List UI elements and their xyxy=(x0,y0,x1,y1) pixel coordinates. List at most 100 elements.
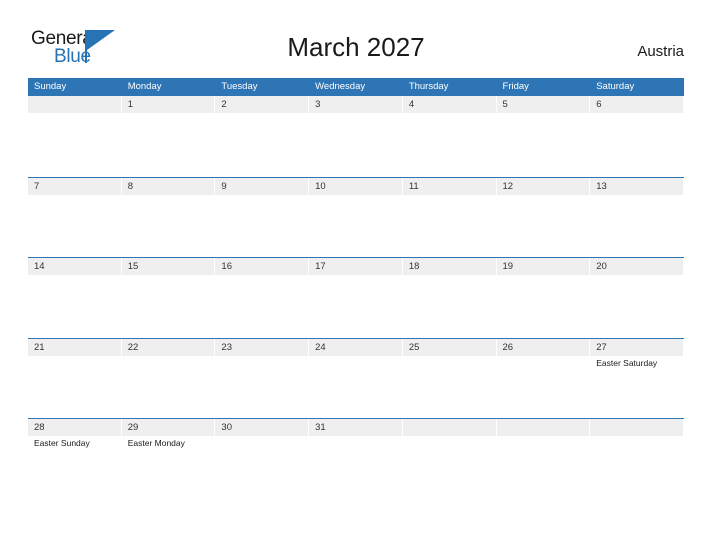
day-cell[interactable]: 5 xyxy=(496,96,591,175)
week-row: 14 15 16 17 18 19 20 xyxy=(28,257,684,338)
day-cell[interactable]: 26 xyxy=(496,338,591,418)
day-cell[interactable]: 12 xyxy=(496,177,591,257)
day-cell[interactable]: 2 xyxy=(215,96,310,175)
day-number: 28 xyxy=(34,422,45,433)
day-cell[interactable]: 11 xyxy=(402,177,497,257)
day-band xyxy=(402,419,496,436)
day-band xyxy=(496,96,590,113)
day-cell[interactable]: 29 Easter Monday xyxy=(121,419,216,498)
day-cell[interactable]: 7 xyxy=(28,177,122,257)
day-number: 20 xyxy=(596,261,607,272)
day-number: 27 xyxy=(596,341,607,353)
day-cell[interactable]: 8 xyxy=(121,177,216,257)
day-number: 1 xyxy=(127,99,133,110)
day-number: 19 xyxy=(502,261,514,272)
day-number: 26 xyxy=(502,341,514,353)
day-number: 16 xyxy=(221,261,232,272)
day-number: 12 xyxy=(502,180,514,192)
day-number: 21 xyxy=(34,341,45,353)
day-cell[interactable]: 1 xyxy=(121,96,216,175)
day-band xyxy=(215,177,309,195)
day-number: 9 xyxy=(221,180,227,192)
weekday-header-saturday: Saturday xyxy=(590,78,684,96)
day-number: 6 xyxy=(596,99,602,110)
day-cell[interactable]: 22 xyxy=(121,338,216,418)
day-number: 18 xyxy=(408,261,420,272)
day-band xyxy=(215,96,309,113)
day-number: 17 xyxy=(315,261,326,272)
day-number: 8 xyxy=(127,180,133,192)
day-cell[interactable]: 17 xyxy=(309,258,403,337)
day-event: Easter Saturday xyxy=(596,357,658,368)
day-cell[interactable]: 13 xyxy=(590,177,684,257)
weekday-header-row: Sunday Monday Tuesday Wednesday Thursday… xyxy=(28,78,684,96)
day-event: Easter Monday xyxy=(127,438,185,448)
day-cell[interactable]: 23 xyxy=(215,338,310,418)
day-cell[interactable]: 20 xyxy=(590,258,684,337)
day-event: Easter Sunday xyxy=(34,438,90,448)
day-cell[interactable]: 9 xyxy=(215,177,310,257)
day-number: 5 xyxy=(502,99,508,110)
day-cell[interactable]: 10 xyxy=(309,177,403,257)
day-cell[interactable]: 28 Easter Sunday xyxy=(28,419,122,498)
day-cell[interactable]: 18 xyxy=(402,258,497,337)
day-number: 25 xyxy=(408,341,420,353)
week-row: 28 Easter Sunday 29 Easter Monday 30 31 xyxy=(28,418,684,499)
day-cell[interactable]: 19 xyxy=(496,258,591,337)
day-number: 3 xyxy=(315,99,321,110)
day-number: 11 xyxy=(408,180,419,192)
day-band xyxy=(121,177,215,195)
weekday-header-thursday: Thursday xyxy=(403,78,497,96)
day-cell[interactable]: 31 xyxy=(309,419,403,498)
country-label: Austria xyxy=(637,43,684,60)
page-title: March 2027 xyxy=(287,32,425,62)
day-band xyxy=(402,96,496,113)
weekday-header-friday: Friday xyxy=(497,78,591,96)
day-number: 7 xyxy=(34,180,40,192)
day-cell[interactable] xyxy=(402,419,497,498)
day-number: 22 xyxy=(127,341,139,353)
day-cell[interactable]: 21 xyxy=(28,338,122,418)
weekday-header-tuesday: Tuesday xyxy=(215,78,310,96)
day-number: 24 xyxy=(315,341,326,353)
week-row: 7 8 9 10 11 12 13 xyxy=(28,176,684,257)
day-cell[interactable]: 30 xyxy=(215,419,310,498)
day-number: 30 xyxy=(221,422,232,433)
day-number: 4 xyxy=(408,99,415,110)
day-number: 15 xyxy=(127,261,139,272)
day-band xyxy=(28,96,121,113)
day-number: 29 xyxy=(127,422,139,433)
day-number: 13 xyxy=(596,180,607,192)
day-cell[interactable]: 3 xyxy=(309,96,403,175)
day-cell[interactable]: 27 Easter Saturday xyxy=(590,338,684,418)
day-cell[interactable]: 6 xyxy=(590,96,684,175)
weekday-header-monday: Monday xyxy=(122,78,216,96)
day-cell[interactable]: 25 xyxy=(402,338,497,418)
day-number: 10 xyxy=(315,180,326,192)
day-cell[interactable] xyxy=(590,419,684,498)
calendar-page: General Blue March 2027 Austria Sunday M… xyxy=(0,0,712,550)
day-cell[interactable]: 4 xyxy=(402,96,497,175)
day-number: 23 xyxy=(221,341,232,353)
week-row: 21 22 23 24 25 26 27 Easter Saturday xyxy=(28,337,684,418)
day-band xyxy=(121,96,215,113)
weekday-header-sunday: Sunday xyxy=(28,78,122,96)
day-band xyxy=(309,96,402,113)
day-cell[interactable]: 15 xyxy=(121,258,216,337)
day-cell[interactable] xyxy=(28,96,122,175)
day-band xyxy=(590,419,683,436)
day-number: 2 xyxy=(221,99,227,110)
day-number: 31 xyxy=(315,422,326,433)
week-row: 1 2 3 4 5 6 xyxy=(28,96,684,177)
day-band xyxy=(590,96,683,113)
day-cell[interactable] xyxy=(496,419,591,498)
day-band xyxy=(28,177,121,195)
day-cell[interactable]: 24 xyxy=(309,338,403,418)
day-cell[interactable]: 16 xyxy=(215,258,310,337)
page-header: General Blue March 2027 Austria xyxy=(0,0,712,78)
calendar-grid: Sunday Monday Tuesday Wednesday Thursday… xyxy=(28,78,684,499)
day-cell[interactable]: 14 xyxy=(28,258,122,337)
weekday-header-wednesday: Wednesday xyxy=(309,78,403,96)
day-band xyxy=(496,419,590,436)
day-number: 14 xyxy=(34,261,45,272)
